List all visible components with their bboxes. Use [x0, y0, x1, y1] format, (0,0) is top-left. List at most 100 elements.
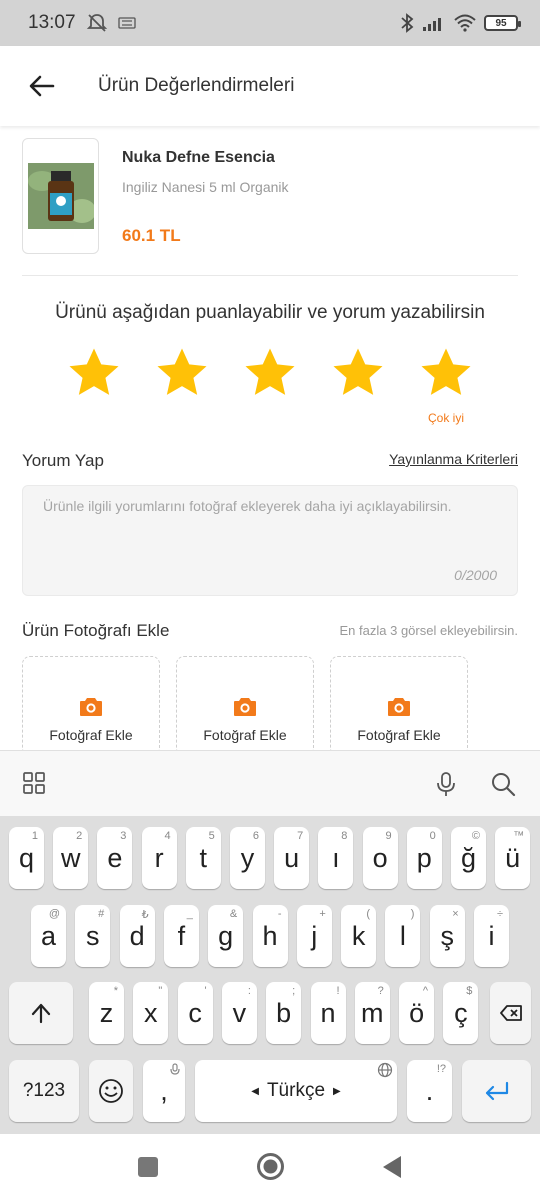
character-counter: 0/2000 — [454, 567, 497, 583]
back-button[interactable] — [12, 56, 72, 116]
key-f[interactable]: f _ — [163, 905, 199, 967]
product-summary: Nuka Defne Esencia Ingiliz Nanesi 5 ml O… — [22, 138, 518, 276]
star-icon — [69, 348, 119, 395]
key-q[interactable]: q1 — [9, 827, 44, 889]
comma-key[interactable]: , — [143, 1060, 185, 1122]
enter-arrow-icon — [485, 1081, 508, 1101]
key-j[interactable]: j + — [296, 905, 332, 967]
star-4[interactable] — [330, 345, 386, 401]
language-label: Türkçe — [266, 1080, 326, 1101]
product-name: Nuka Defne Esencia — [122, 149, 275, 166]
emoji-key[interactable] — [89, 1060, 133, 1122]
product-price: 60.1 TL — [122, 226, 181, 245]
key-i[interactable]: i ÷ — [474, 905, 509, 967]
keyboard-icon — [117, 17, 136, 29]
arrow-left-icon — [29, 75, 55, 97]
key-l[interactable]: l) — [385, 905, 421, 967]
globe-icon — [377, 1062, 393, 1081]
key-z[interactable]: z * — [89, 982, 124, 1044]
shift-arrow-icon — [31, 1003, 51, 1024]
camera-icon — [80, 698, 102, 716]
grid-icon — [23, 772, 45, 794]
keyboard-search-button[interactable] — [490, 771, 516, 797]
key-x[interactable]: x " — [133, 982, 169, 1044]
key-h[interactable]: h- — [252, 905, 288, 967]
camera-icon — [388, 698, 410, 716]
rating-label: Çok iyi — [427, 411, 464, 425]
add-photo-slot-1[interactable]: Fotoğraf Ekle — [22, 656, 160, 756]
product-bottle-image — [27, 163, 94, 229]
key-m[interactable]: m? — [354, 982, 390, 1044]
star-icon — [157, 348, 207, 395]
bluetooth-icon — [401, 13, 414, 33]
photo-section-title: Ürün Fotoğrafı Ekle — [22, 621, 170, 640]
add-photo-slot-2[interactable]: Fotoğraf Ekle — [176, 656, 314, 756]
star-icon — [421, 348, 471, 395]
key-w[interactable]: w2 — [53, 827, 89, 889]
product-variant: Ingiliz Nanesi 5 ml Organik — [122, 179, 289, 195]
key-ü[interactable]: ü ™ — [495, 827, 531, 889]
key-o[interactable]: o9 — [362, 827, 398, 889]
key-b[interactable]: b; — [266, 982, 302, 1044]
key-s[interactable]: s # — [75, 905, 111, 967]
key-ş[interactable]: ş × — [429, 905, 465, 967]
star-1[interactable] — [66, 345, 122, 401]
key-d[interactable]: d ₺ — [119, 905, 155, 967]
shift-key[interactable] — [9, 982, 73, 1044]
emoji-icon — [99, 1079, 123, 1103]
key-e[interactable]: e3 — [97, 827, 133, 889]
backspace-key[interactable] — [490, 982, 531, 1044]
star-rating — [50, 345, 490, 405]
key-ı[interactable]: ı8 — [318, 827, 354, 889]
wifi-icon — [454, 14, 476, 32]
publishing-criteria-link[interactable]: Yayınlanma Kriterleri — [389, 451, 518, 467]
square-icon — [138, 1157, 158, 1177]
circle-icon — [257, 1153, 284, 1180]
add-photo-label: Fotoğraf Ekle — [49, 727, 133, 743]
on-screen-keyboard: ?123 , ◀ Türkçe ▶ . !? q1w2e3r4t5y6u7ı8o… — [0, 816, 540, 1134]
comment-section-title: Yorum Yap — [22, 451, 104, 470]
key-y[interactable]: y6 — [230, 827, 265, 889]
key-g[interactable]: g & — [208, 905, 244, 967]
symbols-key[interactable]: ?123 — [9, 1060, 79, 1122]
key-ç[interactable]: ç $ — [443, 982, 479, 1044]
period-key[interactable]: . !? — [407, 1060, 452, 1122]
enter-key[interactable] — [462, 1060, 531, 1122]
mic-hint-icon — [169, 1063, 181, 1080]
comment-input[interactable]: Ürünle ilgili yorumlarını fotoğraf ekley… — [22, 485, 518, 596]
add-photo-label: Fotoğraf Ekle — [203, 727, 287, 743]
signal-icon — [423, 18, 441, 31]
notifications-off-icon — [86, 14, 107, 32]
star-2[interactable] — [154, 345, 210, 401]
product-image — [22, 138, 99, 254]
back-nav-button[interactable] — [381, 1155, 403, 1179]
key-n[interactable]: n! — [310, 982, 346, 1044]
key-p[interactable]: p0 — [406, 827, 442, 889]
microphone-icon — [437, 772, 455, 796]
key-a[interactable]: a @ — [31, 905, 66, 967]
space-key[interactable]: ◀ Türkçe ▶ — [195, 1060, 397, 1122]
search-icon — [492, 773, 516, 797]
app-header: Ürün Değerlendirmeleri — [0, 46, 540, 126]
keyboard-toolbar — [0, 750, 540, 816]
key-ö[interactable]: ö ^ — [399, 982, 435, 1044]
voice-input-button[interactable] — [434, 771, 460, 797]
key-ğ[interactable]: ğ © — [451, 827, 486, 889]
key-c[interactable]: c ' — [177, 982, 213, 1044]
comment-placeholder: Ürünle ilgili yorumlarını fotoğraf ekley… — [43, 498, 452, 514]
star-icon — [333, 348, 383, 395]
triangle-back-icon — [383, 1156, 401, 1178]
star-5[interactable] — [418, 345, 474, 401]
recent-apps-button[interactable] — [137, 1156, 159, 1178]
apps-grid-button[interactable] — [22, 771, 48, 797]
key-k[interactable]: k( — [341, 905, 377, 967]
add-photo-slot-3[interactable]: Fotoğraf Ekle — [330, 656, 468, 756]
key-t[interactable]: t5 — [185, 827, 221, 889]
add-photo-label: Fotoğraf Ekle — [357, 727, 441, 743]
page-title: Ürün Değerlendirmeleri — [98, 75, 295, 96]
key-v[interactable]: v: — [221, 982, 257, 1044]
home-button[interactable] — [256, 1152, 285, 1181]
star-3[interactable] — [242, 345, 298, 401]
key-u[interactable]: u7 — [274, 827, 310, 889]
key-r[interactable]: r4 — [141, 827, 177, 889]
